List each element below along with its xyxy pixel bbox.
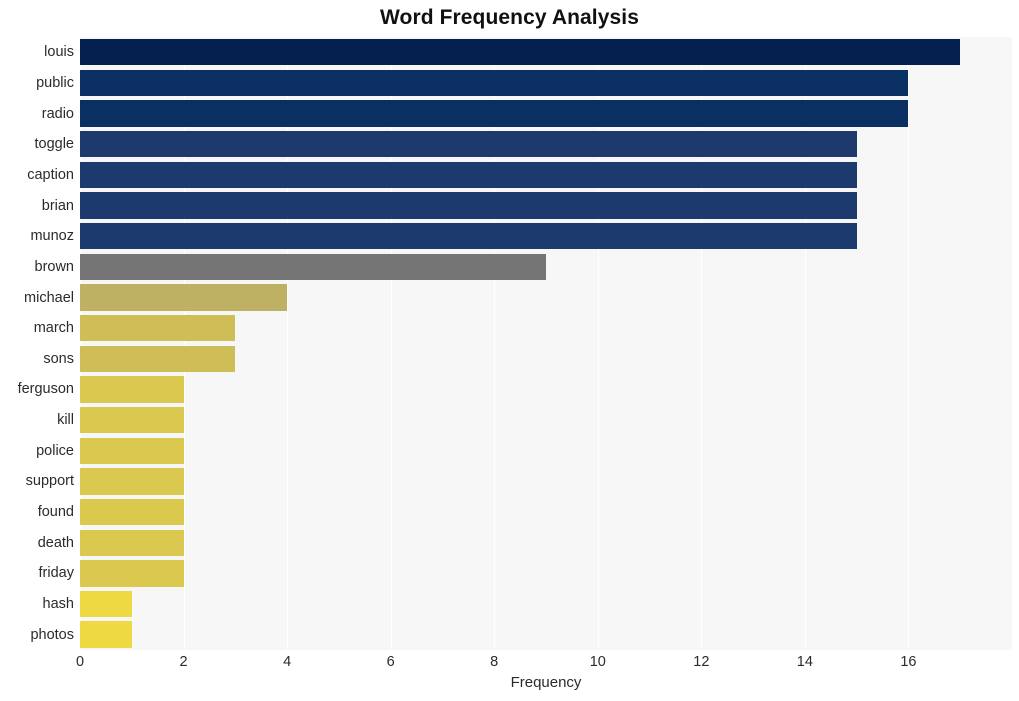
y-tick-label-louis: louis: [44, 44, 74, 61]
bar-brian[interactable]: [80, 192, 857, 219]
y-tick-label-march: march: [33, 320, 74, 337]
bar-hash[interactable]: [80, 590, 132, 618]
x-tick-label-12: 12: [693, 654, 710, 670]
bar-toggle[interactable]: [80, 131, 857, 158]
y-tick-label-kill: kill: [57, 412, 74, 429]
bar-support[interactable]: [80, 468, 184, 495]
y-tick-label-brown: brown: [34, 258, 75, 275]
y-tick-label-police: police: [36, 442, 74, 459]
y-tick-label-munoz: munoz: [30, 228, 74, 245]
bar-michael[interactable]: [80, 284, 288, 311]
bar-march[interactable]: [80, 314, 236, 342]
bar-row[interactable]: [80, 284, 1012, 311]
bar-row[interactable]: [80, 69, 1012, 97]
gridline-vertical: [908, 37, 910, 650]
bar-public[interactable]: [80, 69, 909, 97]
bar-friday[interactable]: [80, 560, 184, 587]
bar-row[interactable]: [80, 39, 1012, 66]
bar-munoz[interactable]: [80, 223, 857, 250]
x-tick-label-4: 4: [283, 654, 292, 670]
bar-row[interactable]: [80, 529, 1012, 556]
bar-row[interactable]: [80, 345, 1012, 372]
y-tick-label-ferguson: ferguson: [17, 381, 74, 398]
x-tick-label-14: 14: [796, 654, 813, 670]
x-tick-label-10: 10: [589, 654, 606, 670]
x-tick-label-8: 8: [490, 654, 499, 670]
gridline-vertical: [80, 37, 81, 650]
y-tick-label-caption: caption: [27, 166, 74, 183]
y-axis-tick-labels: louis public radio toggle caption brian munoz b…: [0, 37, 74, 650]
bar-police[interactable]: [80, 437, 184, 464]
y-tick-label-radio: radio: [41, 105, 74, 122]
plot-area: [80, 37, 1012, 650]
bar-photos[interactable]: [80, 621, 132, 648]
bar-row[interactable]: [80, 131, 1012, 158]
bar-row[interactable]: [80, 498, 1012, 526]
x-tick-label-6: 6: [386, 654, 395, 670]
bar-row[interactable]: [80, 253, 1012, 281]
x-axis-tick-labels: 0 2 4 6 8 10 12 14 16: [0, 650, 1019, 676]
y-tick-label-hash: hash: [42, 596, 74, 613]
bar-brown[interactable]: [80, 253, 546, 281]
x-axis-title: Frequency: [510, 674, 582, 691]
bar-kill[interactable]: [80, 406, 184, 434]
bar-row[interactable]: [80, 161, 1012, 189]
bar-ferguson[interactable]: [80, 376, 184, 403]
bar-row[interactable]: [80, 223, 1012, 250]
y-tick-label-toggle: toggle: [34, 136, 74, 153]
bar-louis[interactable]: [80, 39, 961, 66]
x-tick-label-2: 2: [179, 654, 188, 670]
y-tick-label-photos: photos: [30, 626, 74, 643]
x-tick-label-16: 16: [900, 654, 917, 670]
bar-row[interactable]: [80, 100, 1012, 127]
bar-row[interactable]: [80, 621, 1012, 648]
bar-row[interactable]: [80, 192, 1012, 219]
bar-row[interactable]: [80, 468, 1012, 495]
x-tick-label-0: 0: [75, 654, 85, 670]
bar-row[interactable]: [80, 560, 1012, 587]
bar-sons[interactable]: [80, 345, 236, 372]
bar-row[interactable]: [80, 406, 1012, 434]
gridline-vertical: [390, 37, 392, 650]
bar-caption[interactable]: [80, 161, 857, 189]
y-tick-label-michael: michael: [24, 289, 74, 306]
bar-row[interactable]: [80, 590, 1012, 618]
bar-found[interactable]: [80, 498, 184, 526]
gridline-vertical: [287, 37, 289, 650]
y-tick-label-death: death: [37, 534, 74, 551]
y-tick-label-friday: friday: [38, 565, 74, 582]
y-tick-label-public: public: [36, 74, 74, 91]
gridline-vertical: [494, 37, 496, 650]
bar-row[interactable]: [80, 437, 1012, 464]
y-tick-label-sons: sons: [43, 350, 74, 367]
y-tick-label-found: found: [37, 504, 74, 521]
gridline-vertical: [183, 37, 185, 650]
bar-row[interactable]: [80, 376, 1012, 403]
y-tick-label-support: support: [25, 473, 74, 490]
y-tick-label-brian: brian: [41, 197, 74, 214]
gridline-vertical: [804, 37, 806, 650]
chart-title: Word Frequency Analysis: [379, 6, 640, 29]
word-frequency-chart-figure: Word Frequency Analysis louis public radio…: [0, 0, 1019, 701]
bar-death[interactable]: [80, 529, 184, 556]
bar-radio[interactable]: [80, 100, 909, 127]
bar-row[interactable]: [80, 314, 1012, 342]
gridline-vertical: [701, 37, 703, 650]
gridline-vertical: [597, 37, 599, 650]
